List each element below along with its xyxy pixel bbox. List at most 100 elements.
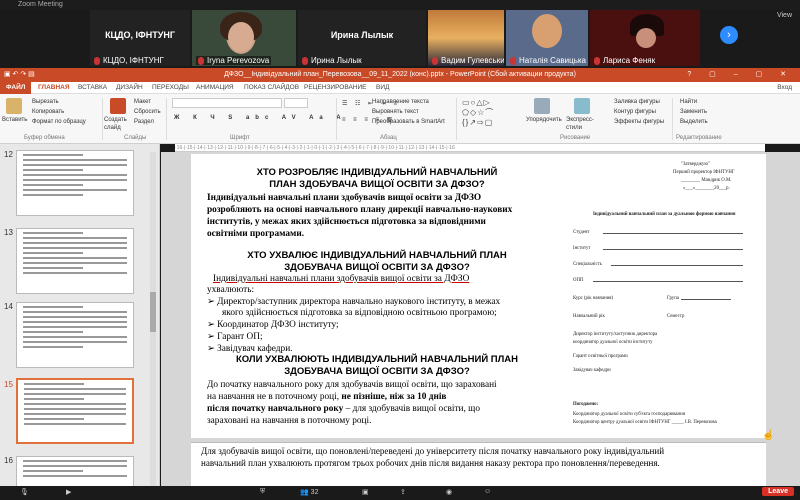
chat-icon[interactable]: ▣ [362, 488, 369, 496]
format-painter-button[interactable]: Формат по образцу [32, 118, 86, 126]
form-field: Гарант освітньої програми [573, 354, 628, 359]
tab-view[interactable]: ВИД [376, 82, 389, 94]
participant-tile[interactable]: Лариса Феняк [590, 10, 700, 66]
tab-animation[interactable]: АНИМАЦИЯ [196, 82, 234, 94]
mic-muted-icon [594, 56, 600, 65]
align-text-button[interactable]: Выровнять текст [372, 108, 419, 116]
arrange-icon[interactable] [534, 98, 550, 114]
slide-thumbnail[interactable] [16, 302, 134, 368]
individual-plan-form-image: "Затверджую" Перший проректор ІФНТУНГ __… [563, 156, 766, 438]
thumbnails-scrollbar[interactable] [150, 152, 156, 492]
form-date: «___»________20___р. [683, 186, 730, 191]
powerpoint-title-bar: ▣ ↶ ↷ ▤ ДФЗО__Індивідуальний план_Перево… [0, 68, 800, 82]
participant-tile[interactable]: КЦДО, ІФНТУНГ КЦДО, ІФНТУНГ [90, 10, 190, 66]
form-prorector: Перший проректор ІФНТУНГ [673, 170, 735, 175]
new-slide-button[interactable]: Создать слайд [104, 116, 130, 132]
participant-face [636, 28, 656, 48]
screen: Zoom Meeting КЦДО, ІФНТУНГ КЦДО, ІФНТУНГ… [0, 0, 800, 500]
smartart-button[interactable]: Преобразовать в SmartArt [372, 118, 445, 126]
view-button[interactable]: View [777, 12, 792, 19]
layout-button[interactable]: Макет [134, 98, 151, 106]
form-sign: ________ Мандрик О.М. [681, 178, 732, 183]
tab-design[interactable]: ДИЗАЙН [116, 82, 143, 94]
slide-thumbnail[interactable] [16, 150, 134, 216]
paste-button[interactable]: Вставить [2, 116, 27, 124]
slide-thumbnail[interactable] [16, 228, 134, 294]
form-line [611, 262, 743, 266]
quick-styles-button[interactable]: Экспресс-стили [566, 116, 602, 132]
new-slide-icon[interactable] [110, 98, 126, 114]
divider [336, 98, 337, 140]
reset-button[interactable]: Сбросить [134, 108, 161, 116]
window-controls[interactable]: ? ▢ – ▢ ✕ [687, 68, 794, 82]
document-title: ДФЗО__Індивідуальний план_Перевозова__09… [224, 71, 576, 78]
tab-review[interactable]: РЕЦЕНЗИРОВАНИЕ [304, 82, 367, 94]
shape-effects-button[interactable]: Эффекты фигуры [614, 118, 664, 126]
unmute-icon[interactable]: 🎙 [20, 488, 29, 496]
quick-access-icons[interactable]: ▣ ↶ ↷ ▤ [4, 68, 35, 82]
font-group-label: Шрифт [230, 135, 250, 141]
text-direction-button[interactable]: Направление текста [372, 98, 429, 106]
font-name-select[interactable] [172, 98, 282, 108]
tab-insert[interactable]: ВСТАВКА [78, 82, 107, 94]
tab-file[interactable]: ФАЙЛ [0, 82, 32, 94]
clipboard-group-label: Буфер обмена [24, 135, 65, 141]
zoom-title-bar: Zoom Meeting [0, 0, 800, 10]
para-approves-line: Індивідуальні навчальні плани здобувачів… [213, 274, 470, 284]
form-title: Індивідуальний навчальний план за дуальн… [593, 212, 736, 217]
para-when-line: До початку навчального року для здобувач… [207, 380, 497, 390]
shapes-gallery[interactable]: ▭○△▷ ⬠◇☆⌒ {}↗⇨▢ [462, 98, 522, 128]
participant-tile[interactable]: Ирина Лылык Ирина Лылык [298, 10, 426, 66]
security-icon[interactable]: ⛨ [260, 488, 265, 496]
mic-muted-icon [198, 56, 204, 65]
bullet-item: ➢ Координатор ДФЗО інституту; [207, 320, 339, 330]
paste-icon[interactable] [6, 98, 22, 114]
share-screen-icon[interactable]: ⇪ [400, 488, 406, 496]
font-size-select[interactable] [284, 98, 308, 108]
slide-thumbnails-panel: 12 13 14 15 16 [0, 144, 160, 500]
zoom-window-title: Zoom Meeting [18, 1, 63, 8]
para-approves-line: ухвалюють: [207, 285, 255, 295]
tab-transitions[interactable]: ПЕРЕХОДЫ [152, 82, 189, 94]
para-develops-line: інститутів, у межах яких здійснюється пі… [207, 217, 486, 227]
find-button[interactable]: Найти [680, 98, 697, 106]
para-develops-line: Індивідуальні навчальні плани здобувачів… [207, 193, 482, 203]
scrollbar-thumb[interactable] [150, 292, 156, 332]
leave-button[interactable]: Leave [762, 487, 794, 496]
slide-number: 14 [4, 302, 13, 311]
reactions-icon[interactable]: ☺ [484, 488, 491, 495]
video-icon[interactable]: ▶ [66, 488, 71, 496]
select-button[interactable]: Выделить [680, 118, 708, 126]
copy-button[interactable]: Копировать [32, 108, 64, 116]
slide[interactable]: ХТО РОЗРОБЛЯЄ ІНДИВІДУАЛЬНИЙ НАВЧАЛЬНИЙ … [191, 154, 766, 438]
participant-name: КЦДО, ІФНТУНГ [94, 56, 164, 65]
cut-button[interactable]: Вырезать [32, 98, 59, 106]
record-icon[interactable]: ◉ [446, 488, 452, 496]
participant-tile-active[interactable]: Iryna Perevozova [192, 10, 296, 66]
participant-tile[interactable]: Наталія Савицька [506, 10, 588, 66]
replace-button[interactable]: Заменить [680, 108, 707, 116]
quick-styles-icon[interactable] [574, 98, 590, 114]
mic-muted-icon [432, 56, 438, 65]
divider [672, 98, 673, 140]
slides-group-label: Слайды [124, 135, 147, 141]
tab-slideshow[interactable]: ПОКАЗ СЛАЙДОВ [244, 82, 299, 94]
shape-fill-button[interactable]: Заливка фигуры [614, 98, 660, 106]
form-field: Студент [573, 230, 590, 235]
participant-tile[interactable]: Вадим Гулевський [428, 10, 504, 66]
next-page-icon[interactable]: › [720, 26, 738, 44]
participant-name: Наталія Савицька [510, 56, 586, 65]
divider [166, 98, 167, 140]
sign-in-link[interactable]: Вход [777, 82, 792, 94]
arrange-button[interactable]: Упорядочить [526, 116, 562, 124]
participants-icon[interactable]: 👥 32 [300, 488, 318, 496]
section-button[interactable]: Раздел [134, 118, 154, 126]
form-approve: "Затверджую" [681, 162, 710, 167]
participant-name: Лариса Феняк [594, 56, 655, 65]
font-format-buttons[interactable]: Ж К Ч S abc AV Aa A [174, 114, 347, 122]
shape-outline-button[interactable]: Контур фигуры [614, 108, 656, 116]
heading-who-approves: ХТО УХВАЛЮЄ ІНДИВІДУАЛЬНИЙ НАВЧАЛЬНИЙ ПЛ… [247, 250, 507, 261]
ribbon: Вставить Вырезать Копировать Формат по о… [0, 94, 800, 144]
form-line [593, 278, 743, 282]
slide-thumbnail-selected[interactable] [16, 378, 134, 444]
